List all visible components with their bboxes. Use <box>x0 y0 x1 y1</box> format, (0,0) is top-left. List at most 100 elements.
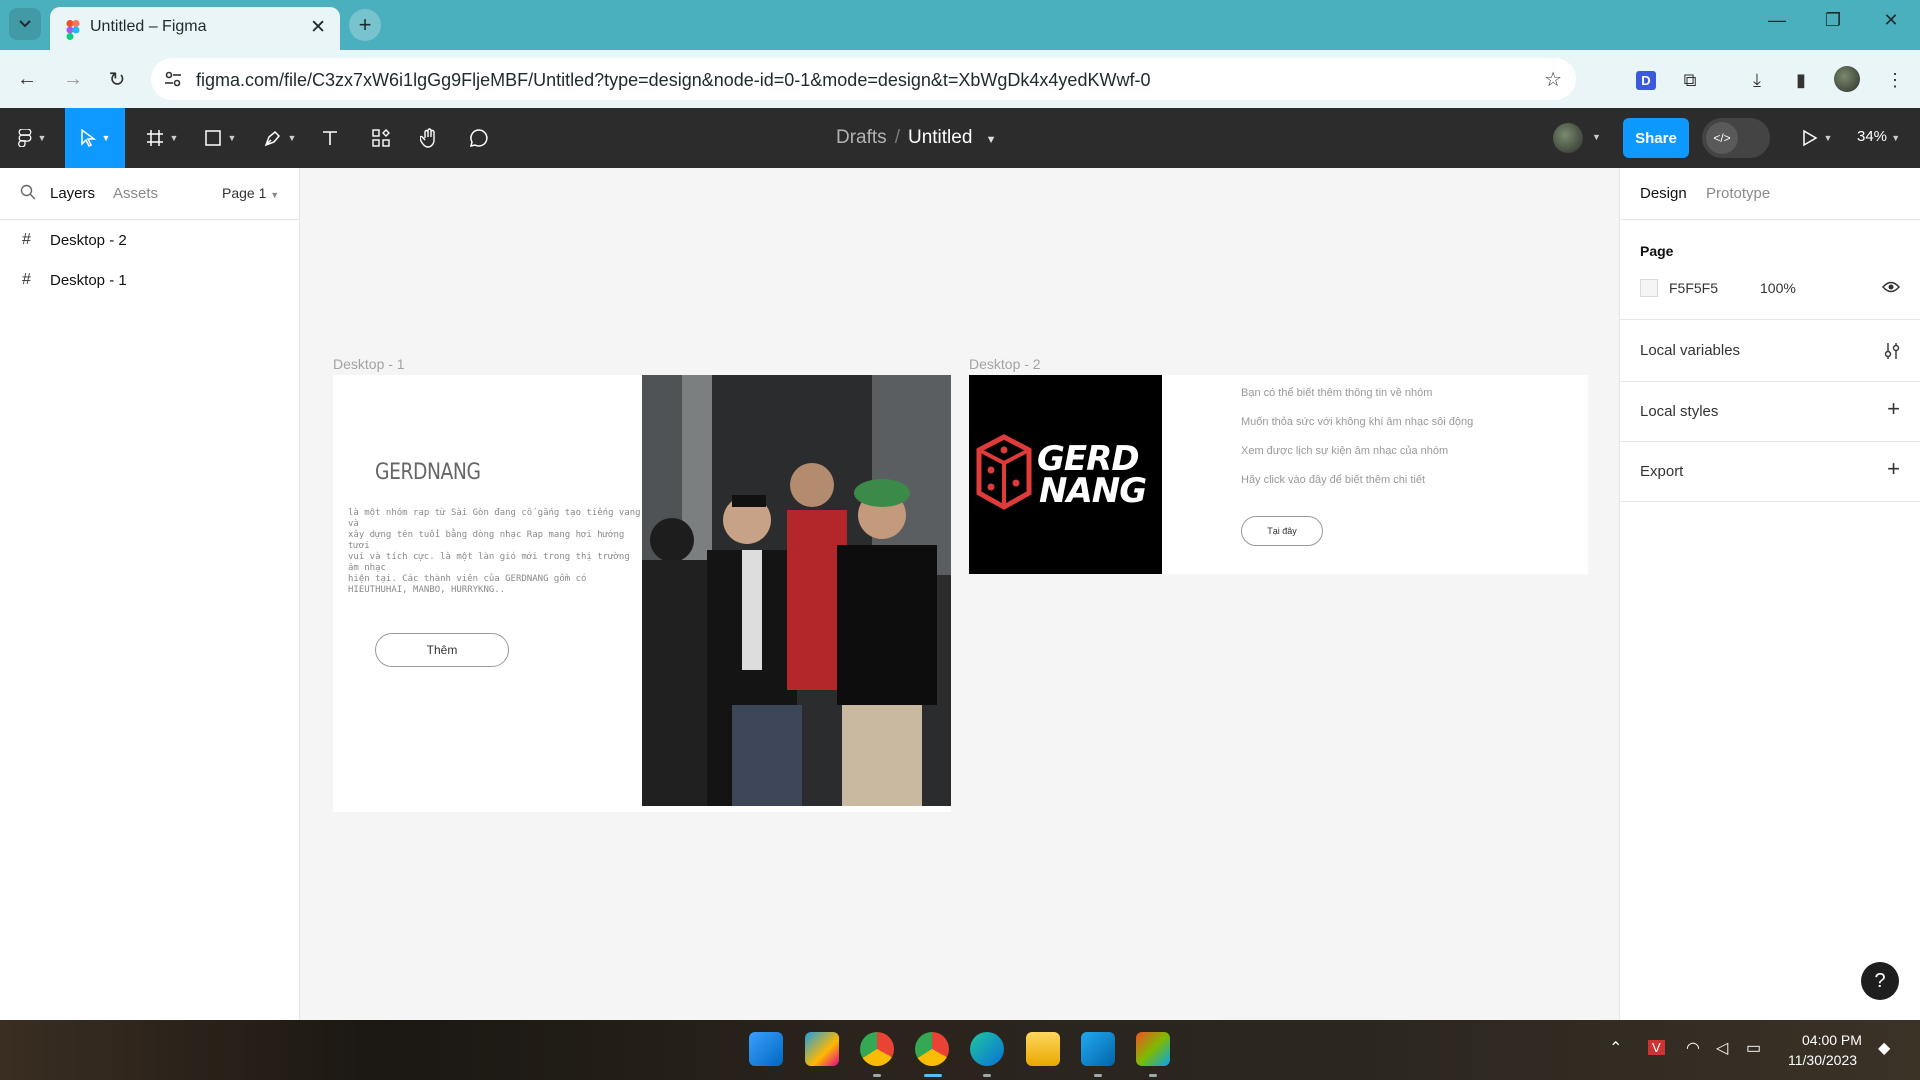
properties-panel: Design Prototype Page F5F5F5 100% Local … <box>1619 168 1920 1020</box>
new-tab-button[interactable]: + <box>349 9 381 41</box>
frame-label-desktop-1[interactable]: Desktop - 1 <box>333 356 405 372</box>
frame2-text-line[interactable]: Xem được lịch sự kiện âm nhạc của nhóm <box>1241 445 1448 457</box>
profile-avatar[interactable] <box>1834 66 1860 92</box>
zoom-value: 34% <box>1857 128 1888 145</box>
frame2-text-line[interactable]: Hãy click vào đây để biết thêm chi tiết <box>1241 474 1425 486</box>
file-explorer-icon[interactable] <box>1026 1032 1060 1066</box>
tab-search-button[interactable] <box>9 8 41 40</box>
tab-prototype[interactable]: Prototype <box>1706 185 1770 202</box>
layer-item-desktop-2[interactable]: # Desktop - 2 <box>0 220 299 260</box>
main-menu-button[interactable]: ▼ <box>10 108 54 168</box>
text-tool-button[interactable] <box>315 108 345 168</box>
clock-date[interactable]: 11/30/2023 <box>1788 1052 1857 1068</box>
resources-tool-button[interactable] <box>366 108 396 168</box>
frame1-them-button[interactable]: Thêm <box>375 633 509 667</box>
frame2-text-line[interactable]: Bạn có thể biết thêm thông tin về nhóm <box>1241 387 1432 399</box>
chrome-profile-2-icon[interactable] <box>915 1032 949 1066</box>
volume-icon[interactable]: ◁ <box>1716 1038 1728 1058</box>
download-icon[interactable]: ⤓ <box>1744 67 1770 93</box>
file-breadcrumb: Drafts / Untitled ▼ <box>836 127 997 149</box>
frame-desktop-2[interactable]: GERD NANG Bạn có thể biết thêm thông tin… <box>969 375 1588 574</box>
hand-tool-button[interactable] <box>414 108 444 168</box>
add-export-icon[interactable]: + <box>1887 456 1900 482</box>
user-avatar[interactable] <box>1553 123 1583 153</box>
dev-mode-toggle[interactable]: </> <box>1702 118 1770 158</box>
page-color-value[interactable]: F5F5F5 <box>1669 280 1718 296</box>
components-grid-icon <box>372 129 390 147</box>
back-icon[interactable]: ← <box>14 66 40 92</box>
bookmark-star-icon[interactable]: ☆ <box>1544 67 1562 92</box>
layer-label: Desktop - 2 <box>50 232 127 249</box>
battery-icon[interactable]: ▭ <box>1746 1038 1761 1058</box>
chevron-down-icon[interactable]: ▼ <box>1592 132 1601 142</box>
frame-label-desktop-2[interactable]: Desktop - 2 <box>969 356 1041 372</box>
notification-bell-icon[interactable]: ◆ <box>1878 1038 1890 1058</box>
chevron-up-icon[interactable]: ⌃ <box>1609 1038 1622 1058</box>
export-row[interactable]: Export + <box>1620 442 1920 502</box>
clock-time[interactable]: 04:00 PM <box>1802 1032 1862 1048</box>
code-icon: </> <box>1706 122 1738 154</box>
play-icon <box>1802 129 1818 147</box>
comment-tool-button[interactable] <box>464 108 494 168</box>
breadcrumb-separator: / <box>894 127 900 148</box>
app-icon-2[interactable] <box>1136 1032 1170 1066</box>
chrome-profile-1-icon[interactable] <box>860 1032 894 1066</box>
frame2-text-line[interactable]: Muốn thỏa sức với không khí âm nhạc sôi … <box>1241 416 1473 428</box>
tray-app-icon[interactable]: V <box>1648 1040 1665 1055</box>
app-icon[interactable] <box>805 1032 839 1066</box>
address-bar[interactable]: figma.com/file/C3zx7xW6i1lgGg9FljeMBF/Un… <box>151 58 1576 100</box>
shape-tool-button[interactable]: ▼ <box>198 108 242 168</box>
sliders-icon[interactable] <box>1884 342 1900 360</box>
present-button[interactable]: ▼ <box>1795 108 1839 168</box>
puzzle-extensions-icon[interactable]: ⧉ <box>1677 67 1703 93</box>
local-styles-row[interactable]: Local styles + <box>1620 382 1920 442</box>
figma-toolbar: ▼ ▼ ▼ ▼ ▼ Drafts / Untitled ▼ ▼ Share </> … <box>0 108 1920 168</box>
frame1-description[interactable]: là một nhóm rap từ Sài Gòn đang cố gắng … <box>348 508 643 596</box>
local-variables-row[interactable]: Local variables <box>1620 320 1920 382</box>
browser-tab[interactable]: Untitled – Figma ✕ <box>50 7 340 50</box>
tab-assets[interactable]: Assets <box>113 185 158 202</box>
wifi-icon[interactable]: ◠ <box>1686 1038 1700 1058</box>
eye-icon[interactable] <box>1882 281 1900 293</box>
share-button[interactable]: Share <box>1623 118 1689 158</box>
window-close-icon[interactable]: ✕ <box>1876 10 1906 31</box>
tab-design[interactable]: Design <box>1640 185 1687 202</box>
close-tab-icon[interactable]: ✕ <box>310 16 326 39</box>
file-name[interactable]: Untitled <box>908 127 972 148</box>
move-tool-button[interactable]: ▼ <box>65 108 125 168</box>
add-style-icon[interactable]: + <box>1887 396 1900 422</box>
search-icon[interactable] <box>20 184 36 200</box>
page-opacity-value[interactable]: 100% <box>1760 280 1796 296</box>
layer-item-desktop-1[interactable]: # Desktop - 1 <box>0 260 299 300</box>
pen-tool-button[interactable]: ▼ <box>258 108 302 168</box>
restore-icon[interactable]: ❐ <box>1818 10 1848 31</box>
forward-icon[interactable]: → <box>60 66 86 92</box>
chevron-down-icon[interactable]: ▼ <box>986 134 997 146</box>
design-canvas[interactable]: Desktop - 1 GERDNANG là một nhóm rap từ … <box>300 168 1619 1020</box>
frame-desktop-1[interactable]: GERDNANG là một nhóm rap từ Sài Gòn đang… <box>333 375 951 812</box>
page-selector[interactable]: Page 1 ▼ <box>222 185 279 201</box>
page-color-swatch[interactable] <box>1640 279 1658 297</box>
reload-icon[interactable]: ↻ <box>104 66 130 92</box>
page-selector-label: Page 1 <box>222 185 267 201</box>
gerdnang-logo[interactable]: GERD NANG <box>969 375 1162 574</box>
zoom-level[interactable]: 34% ▼ <box>1857 128 1900 145</box>
minimize-icon[interactable]: — <box>1762 10 1792 31</box>
frame2-tai-day-button[interactable]: Tại đây <box>1241 516 1323 546</box>
local-variables-label: Local variables <box>1640 342 1741 359</box>
group-photo-image[interactable] <box>642 375 951 806</box>
vscode-icon[interactable] <box>1081 1032 1115 1066</box>
more-menu-icon[interactable]: ⋮ <box>1882 67 1908 93</box>
frame-tool-button[interactable]: ▼ <box>140 108 184 168</box>
site-info-icon[interactable] <box>163 69 183 89</box>
windows-start-icon[interactable] <box>749 1032 783 1066</box>
side-panel-icon[interactable]: ▮ <box>1788 67 1814 93</box>
frame1-heading[interactable]: GERDNANG <box>375 460 481 485</box>
edge-icon[interactable] <box>970 1032 1004 1066</box>
frame-icon <box>146 130 163 146</box>
frame-icon: # <box>22 271 31 288</box>
tab-layers[interactable]: Layers <box>50 185 95 202</box>
extension-d-icon[interactable]: D <box>1633 67 1659 93</box>
drafts-link[interactable]: Drafts <box>836 127 887 148</box>
help-button[interactable]: ? <box>1861 962 1899 1000</box>
